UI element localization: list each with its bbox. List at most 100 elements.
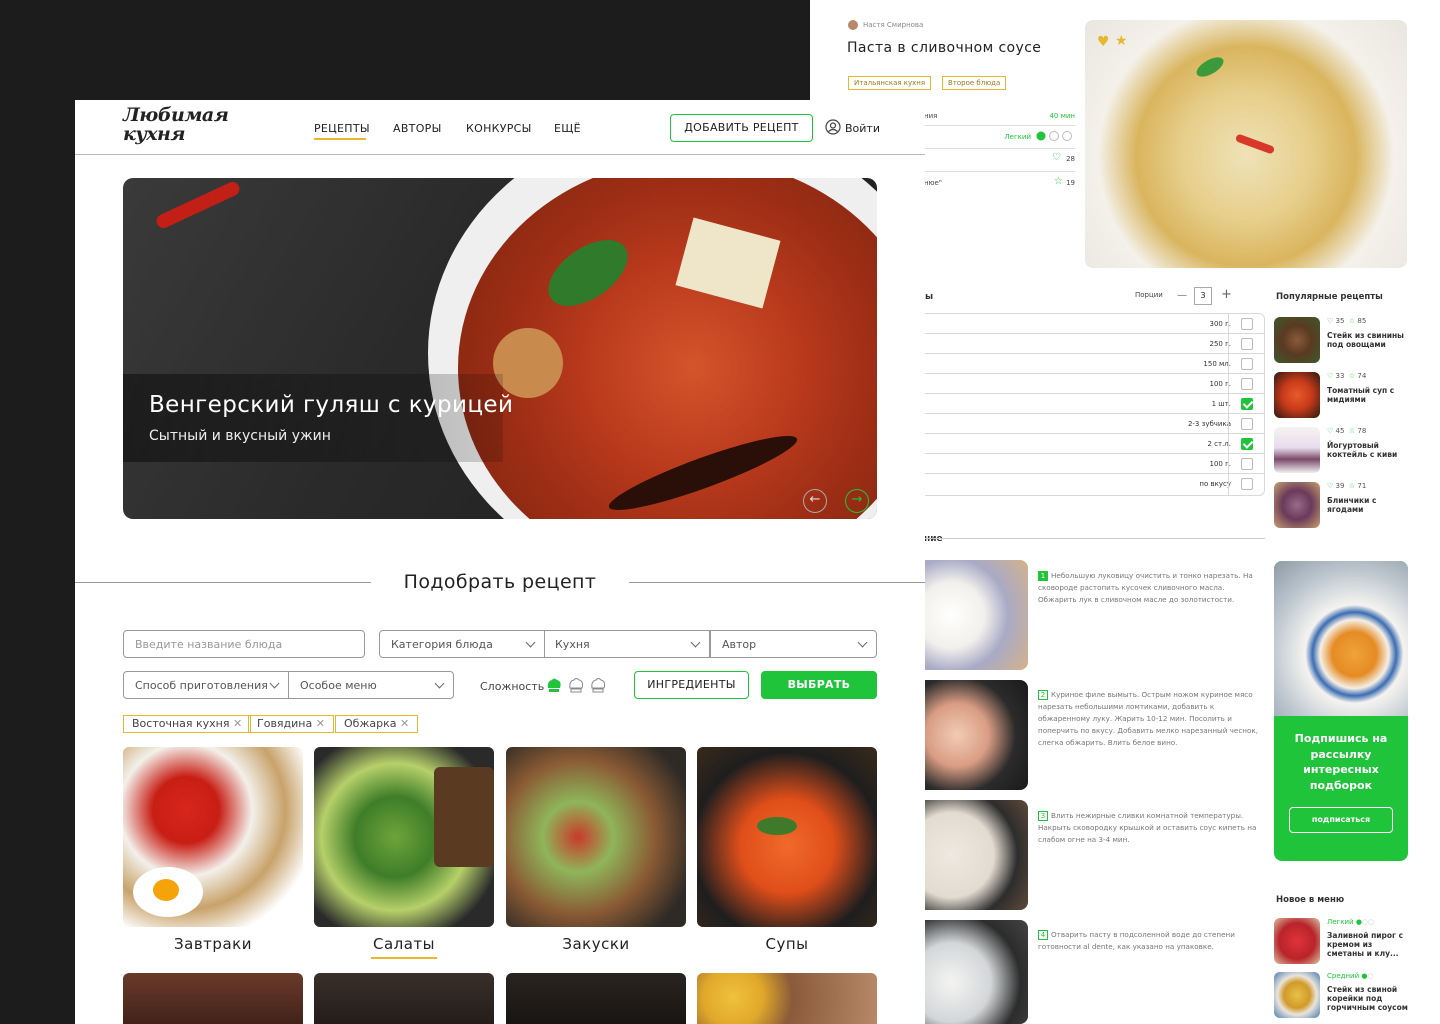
ingredients-button[interactable]: ИНГРЕДИЕНТЫ [634,671,749,699]
popular-item[interactable]: ♡ 45 ☆ 78 Йогуртовый коктейль с киви [1274,427,1414,473]
step-photo [910,560,1028,670]
chevron-down-icon [690,637,701,648]
add-recipe-button[interactable]: ДОБАВИТЬ РЕЦЕПТ [670,114,813,142]
portions-label: Порции [1135,291,1163,299]
hero-slider[interactable]: Венгерский гуляш с курицей Сытный и вкус… [123,178,877,519]
info-menu: нюе" [924,179,942,187]
special-menu-dropdown[interactable]: Особое меню [288,671,454,699]
recipe-tag[interactable]: Второе блюда [942,76,1007,90]
step-number: 4 [1038,930,1048,940]
info-time: 40 мин [1049,112,1075,120]
category-label[interactable]: Супы [697,935,877,953]
portions-minus-button[interactable]: — [1177,290,1187,301]
popular-meta: ♡ 35 ☆ 85 [1327,317,1367,325]
subscribe-banner: Подпишись на рассылку интересных подборо… [1274,561,1408,861]
hero-title: Венгерский гуляш с курицей [149,392,514,418]
ingredient-amount: 150 мл. [1203,360,1231,368]
ingredients-list: 300 г. 250 г. 150 мл. 100 г. 1 шт. 2-3 з… [910,313,1265,496]
hero-subtitle: Сытный и вкусный ужин [149,428,331,444]
difficulty-selector[interactable] [545,676,607,694]
ingredient-amount: по вкусу [1199,480,1231,488]
popular-item[interactable]: ♡ 39 ☆ 71 Блинчики с ягодами [1274,482,1414,528]
nav-more[interactable]: ЕЩЁ [554,122,581,135]
new-menu-level: Легкий ●○○ [1327,918,1375,926]
close-icon[interactable]: ✕ [400,717,409,730]
category-card[interactable] [314,973,494,1024]
step-number: 1 [1038,571,1048,581]
category-label[interactable]: Салаты [314,935,494,953]
portions-plus-button[interactable]: + [1221,287,1232,302]
nav-active-underline [314,138,366,140]
filter-chip[interactable]: Говядина ✕ [248,715,334,733]
section-title: Подобрать рецепт [403,571,597,593]
info-difficulty: Легкий [1004,133,1031,141]
info-stars: 19 [1066,179,1075,187]
hero-prev-arrow-icon[interactable]: ← [803,489,827,513]
ingredient-checkbox[interactable] [1241,398,1253,410]
nav-recipes[interactable]: РЕЦЕПТЫ [314,122,370,135]
close-icon[interactable]: ✕ [233,717,242,730]
subscribe-text: Подпишись на рассылку интересных подборо… [1294,732,1388,792]
cooking-method-dropdown[interactable]: Способ приготовления [123,671,289,699]
category-card-breakfast[interactable] [123,747,303,927]
new-menu-item[interactable]: Средний ●○ Стейк из свиной корейки под г… [1274,972,1414,1018]
portions-input[interactable]: 3 [1194,287,1212,305]
ingredient-checkbox[interactable] [1241,478,1253,490]
hero-next-arrow-icon[interactable]: → [845,489,869,513]
login-link[interactable]: Войти [845,122,880,135]
filter-chip[interactable]: Восточная кухня ✕ [123,715,252,733]
ingredient-checkbox[interactable] [1241,338,1253,350]
cuisine-dropdown[interactable]: Кухня [544,630,710,658]
info-cuisine: ния [924,112,938,120]
search-input[interactable]: Введите название блюда [123,630,365,658]
ingredient-row: 300 г. [910,314,1265,334]
favorite-star-icon[interactable]: ★ [1115,33,1128,49]
category-card-salads[interactable] [314,747,494,927]
ingredient-checkbox[interactable] [1241,418,1253,430]
chevron-down-icon [857,637,868,648]
step-photo [910,800,1028,910]
category-card[interactable] [123,973,303,1024]
ingredient-row: 150 мл. [910,354,1265,374]
filter-chip[interactable]: Обжарка ✕ [335,715,419,733]
popular-name: Стейк из свинины под овощами [1327,331,1404,349]
favorite-heart-icon[interactable]: ♥ [1097,34,1110,50]
ingredient-checkbox[interactable] [1241,458,1253,470]
ingredient-row: 2-3 зубчика [910,414,1265,434]
subscribe-button[interactable]: подписаться [1289,807,1393,833]
popular-item[interactable]: ♡ 35 ☆ 85 Стейк из свинины под овощами [1274,317,1414,363]
nav-contests[interactable]: КОНКУРСЫ [466,122,532,135]
ingredient-checkbox[interactable] [1241,318,1253,330]
new-menu-name: Заливной пирог с кремом из сметаны и клу… [1327,931,1404,958]
choose-button[interactable]: ВЫБРАТЬ [761,671,877,699]
step-text: 1 Небольшую луковицу очистить и тонко нар… [1038,571,1253,604]
close-icon[interactable]: ✕ [316,717,325,730]
author-name[interactable]: Настя Смирнова [863,21,923,29]
popular-item[interactable]: ♡ 33 ☆ 74 Томатный суп с мидиями [1274,372,1414,418]
new-menu-item[interactable]: Легкий ●○○ Заливной пирог с кремом из см… [1274,918,1414,964]
chevron-down-icon [269,678,280,689]
category-label[interactable]: Закуски [506,935,686,953]
difficulty-hat-icon [1036,131,1072,141]
heart-icon[interactable]: ♡ [1052,152,1061,163]
nav-authors[interactable]: АВТОРЫ [393,122,442,135]
popular-thumb [1274,372,1320,418]
category-card-soups[interactable] [697,747,877,927]
category-card[interactable] [697,973,877,1024]
popular-meta: ♡ 33 ☆ 74 [1327,372,1367,380]
ingredient-checkbox[interactable] [1241,438,1253,450]
home-page: Любимая кухня РЕЦЕПТЫ АВТОРЫ КОНКУРСЫ ЕЩ… [75,100,925,1024]
popular-meta: ♡ 39 ☆ 71 [1327,482,1367,490]
category-dropdown[interactable]: Категория блюда [379,630,545,658]
site-logo[interactable]: Любимая кухня [123,106,229,144]
star-icon[interactable]: ☆ [1054,176,1063,187]
ingredient-checkbox[interactable] [1241,378,1253,390]
category-label[interactable]: Завтраки [123,935,303,953]
recipe-tag[interactable]: Итальянская кухня [848,76,932,90]
user-icon[interactable] [825,119,841,135]
category-card[interactable] [506,973,686,1024]
category-card-snacks[interactable] [506,747,686,927]
difficulty-label: Сложность [480,680,545,693]
ingredient-checkbox[interactable] [1241,358,1253,370]
author-dropdown[interactable]: Автор [710,630,877,658]
